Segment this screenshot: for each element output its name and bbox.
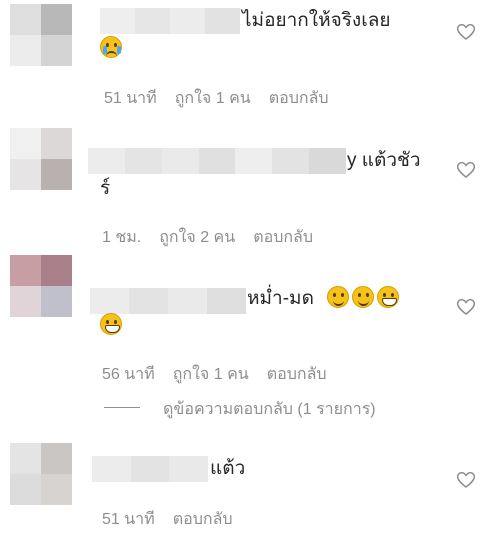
smiling-face-emoji — [352, 286, 375, 308]
comment-text: หม่ำ-มด — [247, 286, 400, 312]
username-blurred[interactable] — [100, 8, 240, 34]
reply-button[interactable]: ตอบกลับ — [253, 225, 313, 250]
reply-button[interactable]: ตอบกลับ — [269, 86, 329, 111]
username-blurred[interactable] — [90, 288, 246, 314]
avatar[interactable] — [10, 128, 72, 190]
smiling-face-emoji — [327, 286, 350, 308]
comment-time: 51 นาที — [104, 90, 157, 107]
likes-count[interactable]: ถูกใจ 2 คน — [159, 225, 235, 250]
replies-divider — [104, 407, 140, 408]
comment-meta: 1 ชม. ถูกใจ 2 คน ตอบกลับ — [102, 225, 313, 250]
view-replies-button[interactable]: ดูข้อความตอบกลับ (1 รายการ) — [163, 397, 376, 422]
username-blurred[interactable] — [92, 456, 209, 482]
grinning-face-emoji — [100, 313, 122, 335]
likes-count[interactable]: ถูกใจ 1 คน — [173, 362, 249, 387]
heart-outline-icon[interactable] — [456, 160, 476, 180]
reply-button[interactable]: ตอบกลับ — [173, 507, 233, 532]
reply-button[interactable]: ตอบกลับ — [267, 362, 327, 387]
avatar[interactable] — [10, 443, 72, 505]
comment-time: 1 ชม. — [102, 229, 142, 246]
comment-text: แต้ว — [210, 458, 246, 479]
username-blurred[interactable] — [88, 148, 347, 174]
likes-count[interactable]: ถูกใจ 1 คน — [175, 86, 251, 111]
comment-time: 56 นาที — [102, 366, 155, 383]
comment-meta: 56 นาที ถูกใจ 1 คน ตอบกลับ — [102, 362, 327, 387]
comment-meta: 51 นาที ถูกใจ 1 คน ตอบกลับ — [104, 86, 329, 111]
comment-text: y แต้วชัว — [347, 150, 421, 171]
comment-emoji-line — [100, 36, 122, 62]
comment-time: 51 นาที — [102, 511, 155, 528]
grinning-face-emoji — [377, 286, 400, 308]
comment-emoji-line — [100, 313, 122, 339]
avatar[interactable] — [10, 255, 72, 317]
avatar[interactable] — [10, 4, 72, 66]
heart-outline-icon[interactable] — [456, 22, 476, 42]
comment-meta: 51 นาที ตอบกลับ — [102, 507, 233, 532]
comment-text-wrap: ร์ — [100, 178, 111, 199]
crying-face-emoji — [100, 36, 122, 58]
comment-text: ไม่อยากให้จริงเลย — [242, 10, 391, 31]
heart-outline-icon[interactable] — [456, 470, 476, 490]
heart-outline-icon[interactable] — [456, 297, 476, 317]
